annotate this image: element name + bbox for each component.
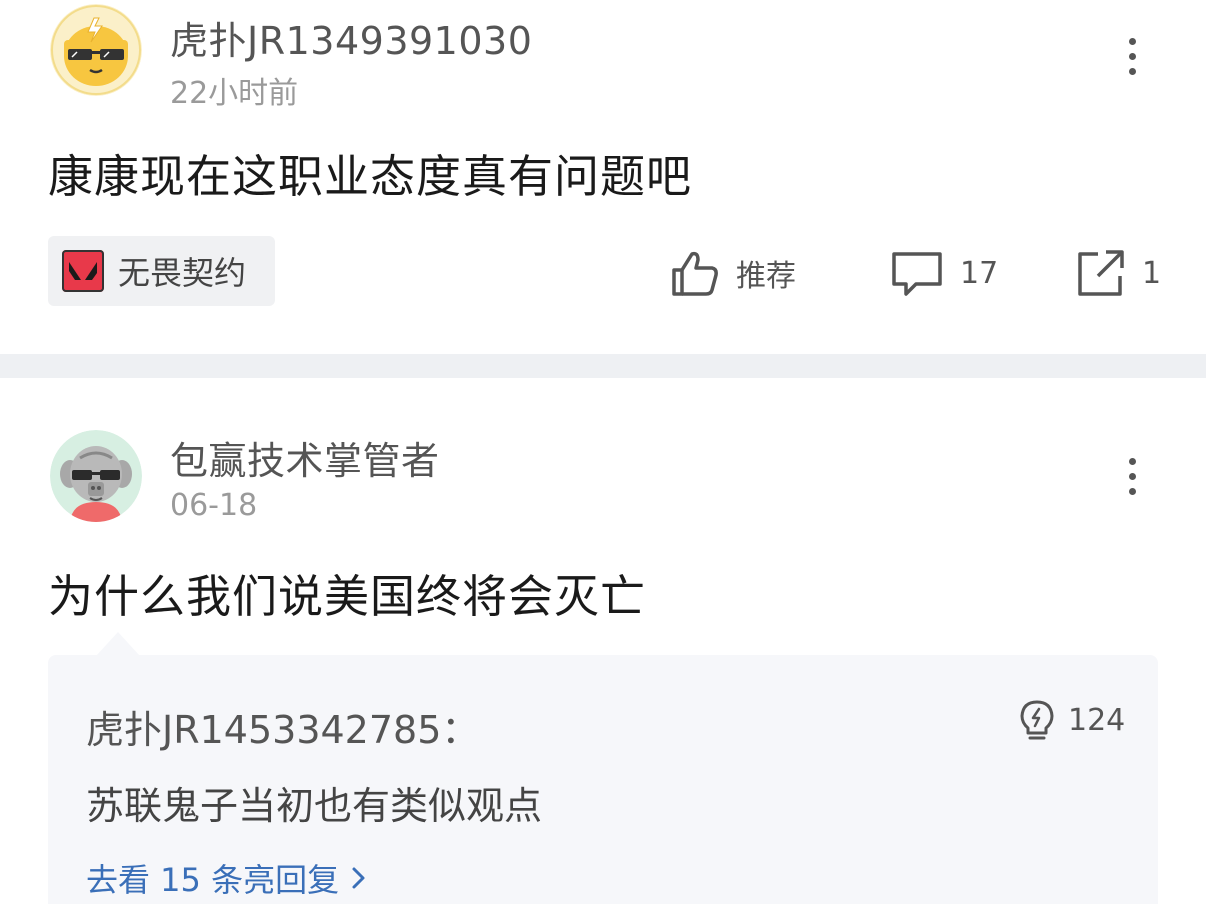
valorant-icon (62, 250, 104, 292)
view-light-replies-link[interactable]: 去看 15 条亮回复 (86, 855, 369, 901)
light-count: 124 (1068, 702, 1126, 738)
share-count: 1 (1142, 255, 1162, 291)
post-title[interactable]: 为什么我们说美国终将会灭亡 (48, 560, 646, 625)
sunglasses-emoji-avatar-icon (50, 4, 142, 96)
chevron-right-icon (352, 867, 365, 889)
recommend-label: 推荐 (736, 259, 796, 294)
highlighted-reply[interactable]: 虎扑JR1453342785： 124 苏联鬼子当初也有类似观点 去看 15 条… (48, 655, 1158, 904)
post-time: 22小时前 (170, 76, 299, 111)
more-icon-dot (1128, 487, 1136, 495)
comment-count: 17 (960, 255, 999, 291)
more-icon-dot (1128, 472, 1136, 480)
thumbs-up-icon (672, 251, 718, 296)
comment-icon (892, 252, 942, 296)
view-light-replies-label: 去看 15 条亮回复 (86, 861, 340, 899)
elephant-sunglasses-avatar-icon (50, 430, 142, 522)
more-icon-dot (1128, 52, 1136, 60)
reply-text: 苏联鬼子当初也有类似观点 (86, 784, 543, 828)
more-icon (1128, 457, 1136, 465)
lightbulb-icon (1020, 700, 1054, 740)
comment-button[interactable]: 17 (890, 240, 998, 306)
topic-tag[interactable]: 无畏契约 (48, 236, 275, 306)
reply-pointer (96, 632, 140, 656)
feed: 虎扑JR1349391030 22小时前 康康现在这职业态度真有问题吧 无畏契约… (0, 0, 1206, 904)
user-avatar[interactable] (50, 4, 142, 96)
topic-tag-label: 无畏契约 (118, 254, 247, 292)
section-divider (0, 354, 1206, 378)
reply-username[interactable]: 虎扑JR1453342785： (86, 699, 479, 754)
post-card[interactable]: 虎扑JR1349391030 22小时前 康康现在这职业态度真有问题吧 无畏契约… (0, 0, 1206, 354)
recommend-button[interactable]: 推荐 (670, 240, 796, 306)
more-icon-dot (1128, 67, 1136, 75)
post-title[interactable]: 康康现在这职业态度真有问题吧 (48, 140, 692, 205)
more-icon (1128, 37, 1136, 45)
share-icon (1078, 250, 1124, 296)
more-options-button[interactable] (1112, 446, 1152, 506)
post-card[interactable]: 包赢技术掌管者 06-18 为什么我们说美国终将会灭亡 虎扑JR14533427… (0, 378, 1206, 904)
share-button[interactable]: 1 (1076, 240, 1161, 306)
more-options-button[interactable] (1112, 26, 1152, 86)
username[interactable]: 虎扑JR1349391030 (170, 10, 532, 65)
post-time: 06-18 (170, 488, 258, 523)
light-button[interactable]: 124 (1018, 699, 1125, 741)
username[interactable]: 包赢技术掌管者 (170, 430, 440, 485)
user-avatar[interactable] (50, 430, 142, 522)
